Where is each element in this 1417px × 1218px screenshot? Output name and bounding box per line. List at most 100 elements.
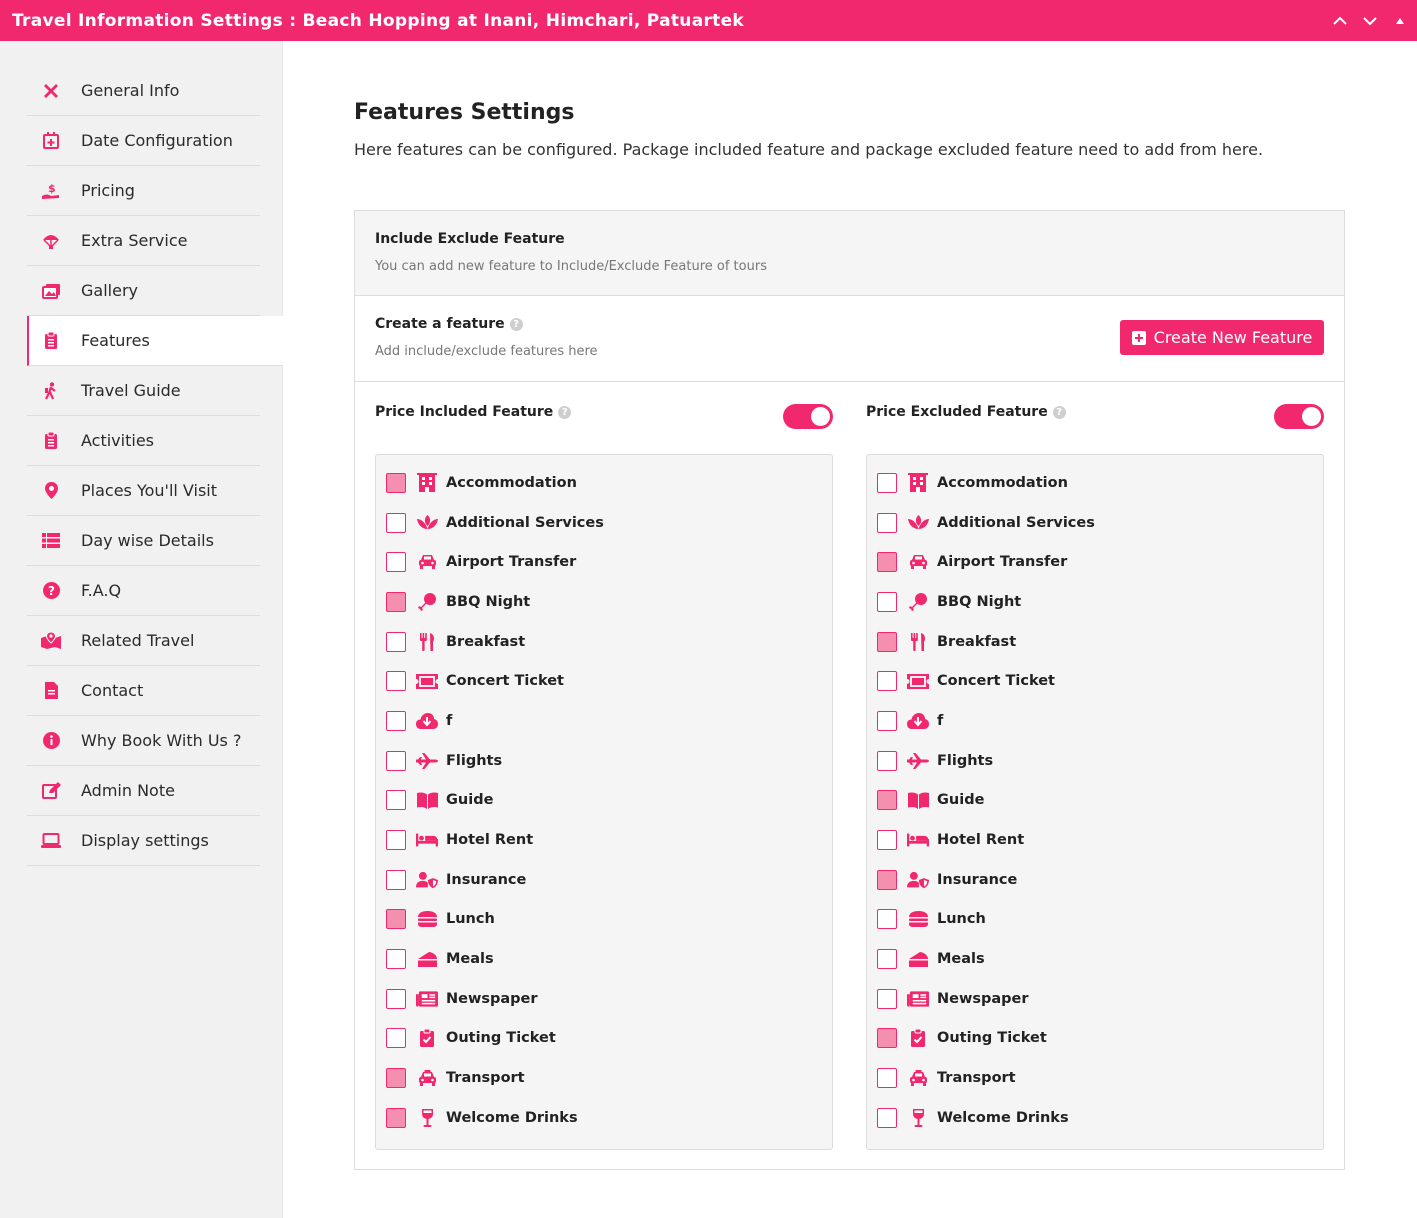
excluded-feature-welcome-drinks[interactable]: Welcome Drinks — [867, 1098, 1323, 1138]
excluded-feature-newspaper[interactable]: Newspaper — [867, 979, 1323, 1019]
help-icon[interactable]: ? — [1052, 405, 1066, 419]
feature-checkbox[interactable] — [386, 988, 406, 1009]
feature-checkbox[interactable] — [386, 869, 406, 890]
excluded-title-wrap: Price Excluded Feature ? — [866, 404, 1324, 420]
feature-checkbox[interactable] — [877, 1107, 897, 1128]
excluded-feature-f[interactable]: f — [867, 701, 1323, 741]
included-feature-lunch[interactable]: Lunch — [376, 900, 832, 940]
included-feature-accommodation[interactable]: Accommodation — [376, 463, 832, 503]
excluded-feature-header: Price Excluded Feature ? — [866, 404, 1324, 444]
feature-checkbox[interactable] — [386, 1107, 406, 1128]
excluded-feature-flights[interactable]: Flights — [867, 741, 1323, 781]
feature-checkbox[interactable] — [386, 591, 406, 612]
page-description: Here features can be configured. Package… — [354, 140, 1264, 159]
feature-checkbox[interactable] — [386, 949, 406, 970]
sidebar-item-why-book[interactable]: Why Book With Us ? — [27, 716, 260, 766]
feature-checkbox[interactable] — [386, 909, 406, 930]
sidebar-item-display-settings[interactable]: Display settings — [27, 816, 260, 866]
included-feature-airport-transfer[interactable]: Airport Transfer — [376, 542, 832, 582]
excluded-feature-accommodation[interactable]: Accommodation — [867, 463, 1323, 503]
feature-checkbox[interactable] — [386, 552, 406, 573]
sidebar-item-gallery[interactable]: Gallery — [27, 266, 260, 316]
plane-icon — [416, 750, 438, 772]
sidebar-item-places[interactable]: Places You'll Visit — [27, 466, 260, 516]
included-feature-transport[interactable]: Transport — [376, 1058, 832, 1098]
included-feature-guide[interactable]: Guide — [376, 781, 832, 821]
sidebar-item-pricing[interactable]: $ Pricing — [27, 166, 260, 216]
excluded-feature-transport[interactable]: Transport — [867, 1058, 1323, 1098]
excluded-feature-toggle[interactable] — [1274, 404, 1324, 429]
included-feature-concert-ticket[interactable]: Concert Ticket — [376, 661, 832, 701]
feature-checkbox[interactable] — [877, 949, 897, 970]
feature-checkbox[interactable] — [877, 591, 897, 612]
feature-checkbox[interactable] — [877, 909, 897, 930]
create-new-feature-button[interactable]: Create New Feature — [1120, 320, 1324, 355]
excluded-feature-bbq-night[interactable]: BBQ Night — [867, 582, 1323, 622]
included-feature-bbq-night[interactable]: BBQ Night — [376, 582, 832, 622]
feature-checkbox[interactable] — [386, 790, 406, 811]
included-feature-insurance[interactable]: Insurance — [376, 860, 832, 900]
feature-checkbox[interactable] — [386, 512, 406, 533]
sidebar-item-contact[interactable]: Contact — [27, 666, 260, 716]
excluded-feature-outing-ticket[interactable]: Outing Ticket — [867, 1019, 1323, 1059]
sidebar-item-general-info[interactable]: General Info — [27, 66, 260, 116]
excluded-feature-additional-services[interactable]: Additional Services — [867, 503, 1323, 543]
included-feature-breakfast[interactable]: Breakfast — [376, 622, 832, 662]
feature-checkbox[interactable] — [877, 1028, 897, 1049]
feature-checkbox[interactable] — [386, 830, 406, 851]
feature-checkbox[interactable] — [877, 552, 897, 573]
included-feature-flights[interactable]: Flights — [376, 741, 832, 781]
feature-checkbox[interactable] — [877, 671, 897, 692]
hiking-icon — [40, 380, 62, 402]
feature-checkbox[interactable] — [877, 988, 897, 1009]
included-feature-toggle[interactable] — [783, 404, 833, 429]
chevron-down-icon[interactable] — [1363, 14, 1377, 28]
feature-checkbox[interactable] — [386, 750, 406, 771]
feature-checkbox[interactable] — [386, 710, 406, 731]
feature-label: Newspaper — [446, 990, 538, 1007]
feature-checkbox[interactable] — [877, 830, 897, 851]
help-icon[interactable]: ? — [509, 317, 523, 331]
help-icon[interactable]: ? — [558, 405, 572, 419]
included-feature-additional-services[interactable]: Additional Services — [376, 503, 832, 543]
excluded-feature-airport-transfer[interactable]: Airport Transfer — [867, 542, 1323, 582]
sidebar-item-faq[interactable]: ? F.A.Q — [27, 566, 260, 616]
excluded-feature-meals[interactable]: Meals — [867, 939, 1323, 979]
included-feature-f[interactable]: f — [376, 701, 832, 741]
sidebar-item-admin-note[interactable]: Admin Note — [27, 766, 260, 816]
included-feature-outing-ticket[interactable]: Outing Ticket — [376, 1019, 832, 1059]
feature-checkbox[interactable] — [386, 1028, 406, 1049]
excluded-feature-lunch[interactable]: Lunch — [867, 900, 1323, 940]
feature-checkbox[interactable] — [386, 472, 406, 493]
excluded-feature-concert-ticket[interactable]: Concert Ticket — [867, 661, 1323, 701]
excluded-feature-breakfast[interactable]: Breakfast — [867, 622, 1323, 662]
included-feature-meals[interactable]: Meals — [376, 939, 832, 979]
feature-checkbox[interactable] — [877, 710, 897, 731]
feature-checkbox[interactable] — [877, 512, 897, 533]
sidebar-item-extra-service[interactable]: Extra Service — [27, 216, 260, 266]
sidebar-item-features[interactable]: Features — [27, 316, 283, 366]
feature-checkbox[interactable] — [877, 631, 897, 652]
excluded-feature-insurance[interactable]: Insurance — [867, 860, 1323, 900]
feature-checkbox[interactable] — [877, 472, 897, 493]
sidebar-item-activities[interactable]: Activities — [27, 416, 260, 466]
sidebar-item-day-wise-details[interactable]: Day wise Details — [27, 516, 260, 566]
chevron-up-icon[interactable] — [1333, 14, 1347, 28]
collapse-triangle-icon[interactable] — [1393, 14, 1407, 28]
included-feature-welcome-drinks[interactable]: Welcome Drinks — [376, 1098, 832, 1138]
feature-checkbox[interactable] — [877, 869, 897, 890]
excluded-feature-hotel-rent[interactable]: Hotel Rent — [867, 820, 1323, 860]
feature-checkbox[interactable] — [386, 1068, 406, 1089]
included-feature-newspaper[interactable]: Newspaper — [376, 979, 832, 1019]
sidebar-item-related-travel[interactable]: Related Travel — [27, 616, 260, 666]
sidebar-item-travel-guide[interactable]: Travel Guide — [27, 366, 260, 416]
feature-checkbox[interactable] — [386, 671, 406, 692]
sidebar-item-date-configuration[interactable]: Date Configuration — [27, 116, 260, 166]
feature-checkbox[interactable] — [877, 790, 897, 811]
feature-checkbox[interactable] — [877, 750, 897, 771]
newspaper-icon — [416, 988, 438, 1010]
feature-checkbox[interactable] — [386, 631, 406, 652]
excluded-feature-guide[interactable]: Guide — [867, 781, 1323, 821]
included-feature-hotel-rent[interactable]: Hotel Rent — [376, 820, 832, 860]
feature-checkbox[interactable] — [877, 1068, 897, 1089]
